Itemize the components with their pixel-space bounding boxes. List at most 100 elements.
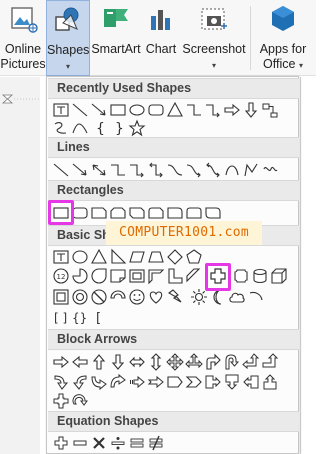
notched-right-arrow-icon[interactable] (147, 373, 165, 391)
left-arrow-callout-icon[interactable] (242, 373, 260, 391)
striped-right-arrow-icon[interactable] (128, 373, 146, 391)
bent-up-arrow-icon[interactable] (261, 353, 279, 371)
right-triangle-icon[interactable] (109, 248, 127, 266)
right-brace-icon[interactable]: } (109, 119, 127, 137)
round-single-corner-rectangle-icon[interactable] (166, 204, 184, 222)
bevel-icon[interactable] (52, 288, 70, 306)
diamond-icon[interactable] (166, 248, 184, 266)
parallelogram-icon[interactable] (128, 248, 146, 266)
text-box-icon[interactable] (52, 101, 70, 119)
circular-arrow-icon[interactable] (71, 392, 89, 410)
lightning-bolt-icon[interactable] (166, 288, 184, 306)
scribble-icon[interactable] (261, 161, 279, 179)
heart-icon[interactable] (147, 288, 165, 306)
arrow-line-icon[interactable] (90, 101, 108, 119)
quad-arrow-callout-icon[interactable] (52, 392, 70, 410)
cloud-icon[interactable] (228, 288, 246, 306)
division-sign-icon[interactable] (109, 434, 127, 452)
snip-same-side-rectangle-icon[interactable] (109, 204, 127, 222)
oval-icon[interactable] (128, 101, 146, 119)
cube-icon[interactable] (270, 267, 288, 285)
indent-marker-icon[interactable] (0, 94, 40, 104)
chart-button[interactable]: Chart (142, 0, 180, 76)
pentagon-icon[interactable] (185, 248, 203, 266)
down-arrow-callout-icon[interactable] (223, 373, 241, 391)
plus-sign-icon[interactable] (52, 434, 70, 452)
elbow-arrow-connector-icon[interactable] (128, 161, 146, 179)
freeform-icon[interactable] (242, 161, 260, 179)
elbow-double-arrow-connector-icon[interactable] (147, 161, 165, 179)
rectangle-icon[interactable] (109, 101, 127, 119)
up-arrow-icon[interactable] (90, 353, 108, 371)
block-arc-icon[interactable] (109, 288, 127, 306)
curved-arrow-connector-icon[interactable] (185, 161, 203, 179)
flowchart-sequence-icon[interactable] (261, 101, 279, 119)
folded-corner-icon[interactable] (109, 267, 127, 285)
freeform-curve-icon[interactable] (71, 119, 89, 137)
arrow-line-icon[interactable] (71, 161, 89, 179)
quad-arrow-icon[interactable] (166, 353, 184, 371)
arc-icon[interactable] (247, 288, 265, 306)
left-bracket-icon[interactable]: [ (90, 308, 108, 326)
right-arrow-icon[interactable] (223, 101, 241, 119)
multiply-sign-icon[interactable] (90, 434, 108, 452)
left-right-up-arrow-icon[interactable] (185, 353, 203, 371)
text-box-icon[interactable] (52, 248, 70, 266)
curved-down-arrow-icon[interactable] (109, 373, 127, 391)
down-arrow-icon[interactable] (242, 101, 260, 119)
no-symbol-icon[interactable] (90, 288, 108, 306)
star-icon[interactable] (128, 119, 146, 137)
u-turn-arrow-icon[interactable] (223, 353, 241, 371)
online-pictures-button[interactable]: Online Pictures (0, 0, 46, 76)
teardrop-icon[interactable] (90, 267, 108, 285)
clock-shape-icon[interactable]: 12 (52, 267, 70, 285)
curved-right-arrow-icon[interactable] (52, 373, 70, 391)
curved-left-arrow-icon[interactable] (71, 373, 89, 391)
diagonal-stripe-icon[interactable] (185, 267, 203, 285)
left-up-arrow-icon[interactable] (242, 353, 260, 371)
double-bracket-icon[interactable]: [ ] (52, 308, 70, 326)
round-same-side-rectangle-icon[interactable] (185, 204, 203, 222)
curve-icon[interactable] (52, 119, 70, 137)
smartart-button[interactable]: SmartArt (90, 0, 142, 76)
equal-sign-icon[interactable] (128, 434, 146, 452)
frame-icon[interactable] (128, 267, 146, 285)
snip-single-corner-rectangle-icon[interactable] (90, 204, 108, 222)
isosceles-triangle-icon[interactable] (90, 248, 108, 266)
donut-icon[interactable] (71, 288, 89, 306)
curve-icon[interactable] (223, 161, 241, 179)
bent-arrow-icon[interactable] (204, 353, 222, 371)
left-arrow-icon[interactable] (71, 353, 89, 371)
pie-icon[interactable] (71, 267, 89, 285)
curved-connector-icon[interactable] (166, 161, 184, 179)
minus-sign-icon[interactable] (71, 434, 89, 452)
right-arrow-callout-icon[interactable] (204, 373, 222, 391)
trapezoid-icon[interactable] (147, 248, 165, 266)
chevron-icon[interactable] (185, 373, 203, 391)
up-down-arrow-icon[interactable] (147, 353, 165, 371)
snip-round-rectangle-icon[interactable] (147, 204, 165, 222)
not-equal-sign-icon[interactable] (147, 434, 165, 452)
curved-double-arrow-connector-icon[interactable] (204, 161, 222, 179)
double-brace-icon[interactable]: {} (71, 308, 89, 326)
can-icon[interactable] (251, 267, 269, 285)
triangle-icon[interactable] (166, 101, 184, 119)
elbow-arrow-connector-icon[interactable] (204, 101, 222, 119)
elbow-connector-icon[interactable] (185, 101, 203, 119)
screenshot-button[interactable]: Screenshot ▾ (180, 0, 248, 76)
apps-for-office-button[interactable]: Apps for Office ▾ (252, 0, 314, 76)
left-right-arrow-icon[interactable] (128, 353, 146, 371)
rounded-rectangle-icon[interactable] (147, 101, 165, 119)
oval-icon[interactable] (71, 248, 89, 266)
l-shape-icon[interactable] (166, 267, 184, 285)
snip-diagonal-rectangle-icon[interactable] (128, 204, 146, 222)
right-arrow-icon[interactable] (52, 353, 70, 371)
round-diagonal-rectangle-icon[interactable] (204, 204, 222, 222)
pentagon-arrow-icon[interactable] (166, 373, 184, 391)
line-icon[interactable] (71, 101, 89, 119)
left-brace-icon[interactable]: { (90, 119, 108, 137)
half-frame-icon[interactable] (147, 267, 165, 285)
shapes-button[interactable]: Shapes ▾ (46, 0, 90, 76)
plaque-icon[interactable] (232, 267, 250, 285)
up-arrow-callout-icon[interactable] (261, 373, 279, 391)
